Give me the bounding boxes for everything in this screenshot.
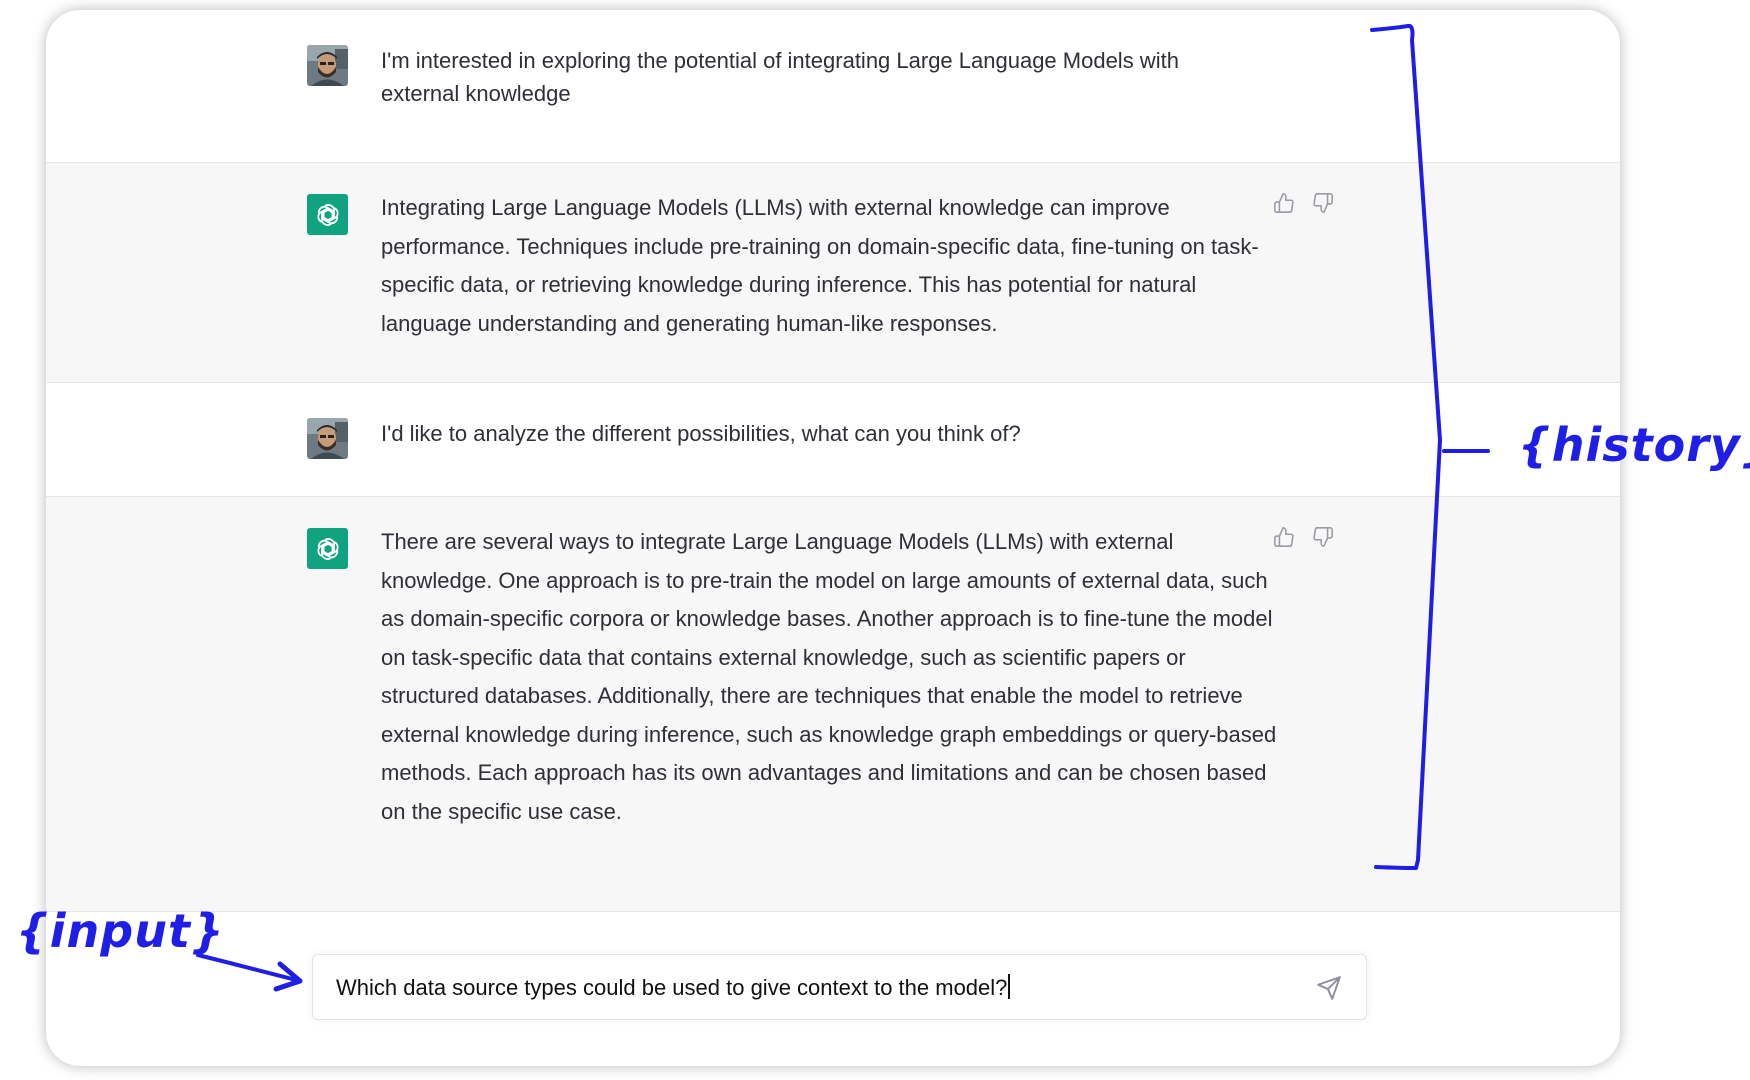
history-bracket	[1370, 23, 1442, 870]
annotation-strokes	[196, 23, 1490, 992]
input-annotation-label: {input}	[16, 904, 225, 958]
screenshot-stage: I'm interested in exploring the potentia…	[0, 0, 1750, 1080]
history-annotation-label: {history}	[1518, 418, 1750, 472]
